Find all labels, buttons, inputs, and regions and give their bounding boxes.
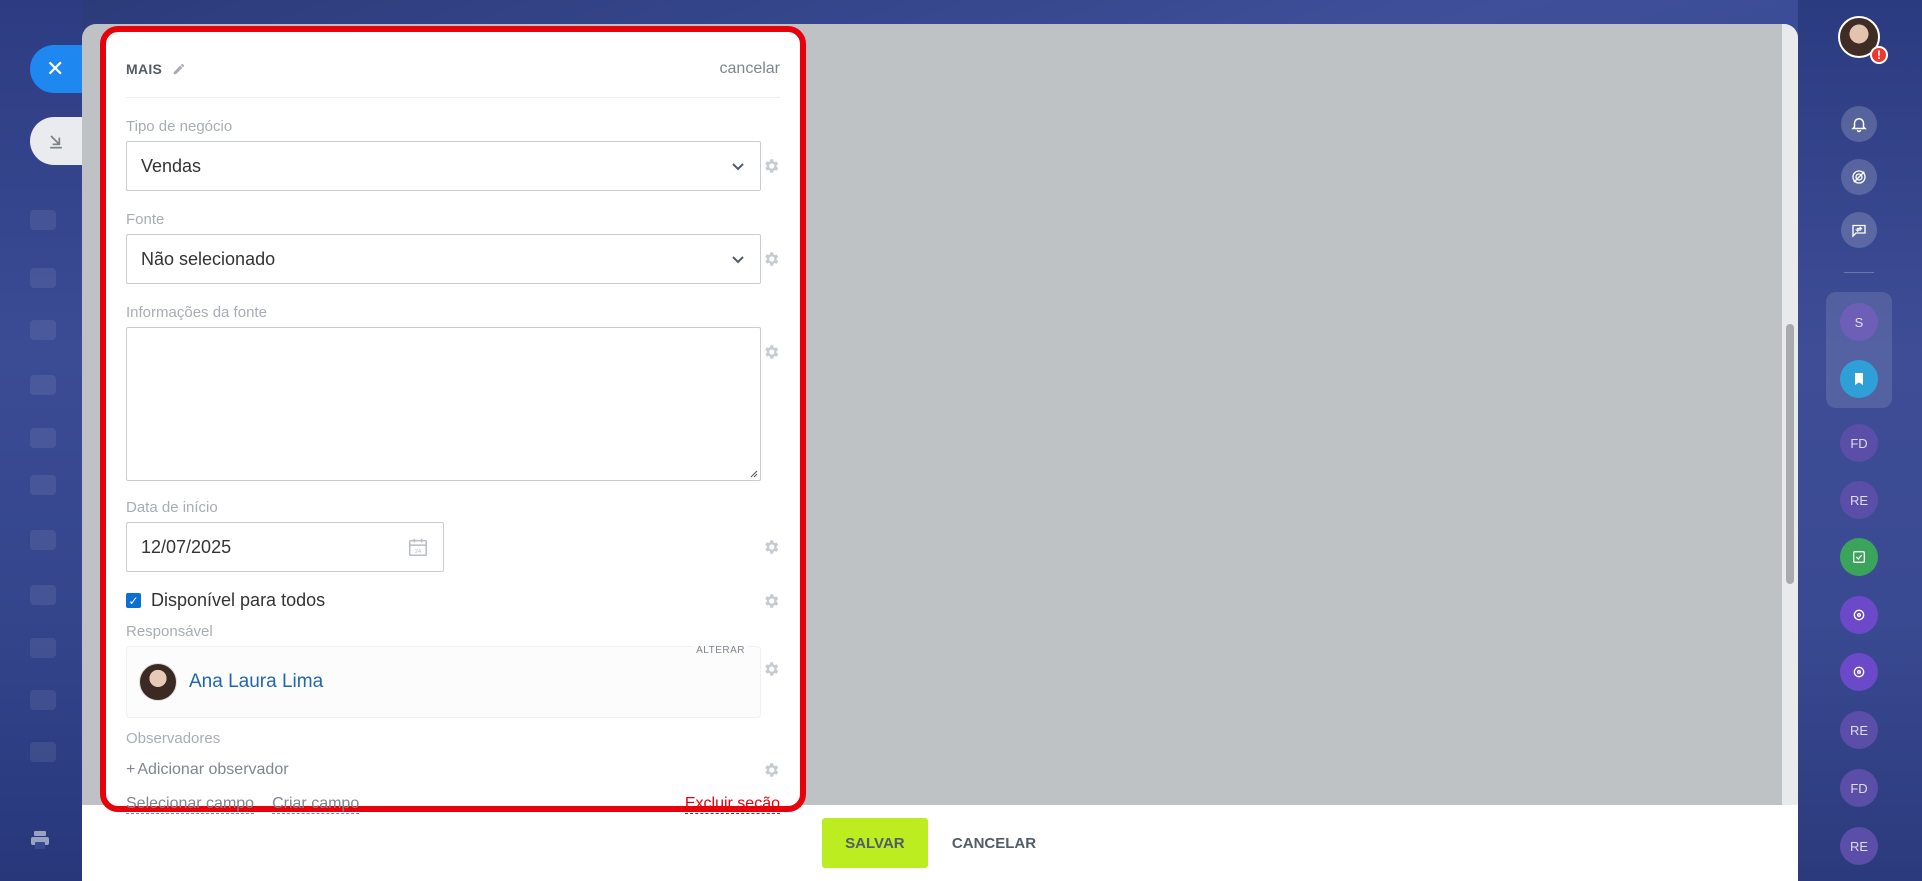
sidebar-contact-fd[interactable]: FD [1840, 424, 1878, 462]
fingerprint-icon[interactable] [1841, 159, 1877, 195]
blurred-menu-item [30, 530, 56, 550]
blurred-menu-item [30, 428, 56, 448]
chat-icon [1853, 666, 1865, 678]
blurred-menu-item [30, 638, 56, 658]
svg-text:24: 24 [415, 549, 421, 555]
sidebar-chat-1[interactable] [1840, 596, 1878, 634]
gear-icon[interactable] [762, 592, 780, 610]
responsible-box: ALTERAR Ana Laura Lima [126, 645, 761, 718]
contact-initials: RE [1849, 838, 1869, 854]
select-value: Vendas [141, 155, 202, 176]
contact-initials: FD [1850, 780, 1868, 796]
blurred-menu-item [30, 585, 56, 605]
cancel-edit-link[interactable]: cancelar [720, 60, 780, 78]
minimize-arrow-icon [50, 135, 62, 149]
blurred-menu-item [30, 320, 56, 340]
start-date-input[interactable]: 12/07/2025 24 [126, 522, 444, 572]
blurred-menu-item [30, 690, 56, 710]
sidebar-contact-re[interactable]: RE [1840, 827, 1878, 865]
gear-icon[interactable] [762, 343, 780, 361]
add-observer-link[interactable]: + Adicionar observador [126, 761, 289, 779]
responsible-name[interactable]: Ana Laura Lima [189, 671, 323, 693]
section-footer-links: Selecionar campo Criar campo Excluir seç… [126, 795, 780, 814]
select-field-link[interactable]: Selecionar campo [126, 795, 255, 814]
gear-icon[interactable] [762, 538, 780, 556]
sidebar-chat-2[interactable] [1840, 653, 1878, 691]
source-info-textarea[interactable] [126, 327, 761, 481]
field-label: Tipo de negócio [126, 118, 233, 135]
select-value: Não selecionado [141, 248, 276, 269]
printer-icon[interactable] [28, 828, 52, 852]
field-label: Data de início [126, 499, 218, 516]
gear-icon[interactable] [762, 761, 780, 779]
alert-badge: ! [1870, 46, 1888, 64]
available-to-all-checkbox[interactable]: ✓ [126, 593, 141, 608]
blurred-menu-item [30, 742, 56, 762]
checklist-icon [1853, 551, 1865, 563]
sidebar-bookmark[interactable] [1840, 360, 1878, 398]
deal-type-select[interactable]: Vendas [126, 141, 761, 191]
date-value: 12/07/2025 [141, 536, 232, 557]
create-field-link[interactable]: Criar campo [272, 795, 360, 814]
chat-icon [1853, 609, 1865, 621]
bookmark-icon [1855, 373, 1863, 385]
field-label: Fonte [126, 211, 165, 228]
close-icon: ✕ [46, 56, 65, 81]
sidebar-contact-s[interactable]: S [1840, 303, 1878, 341]
field-observers: Observadores + Adicionar observador [126, 730, 780, 779]
checkbox-label: Disponível para todos [151, 590, 326, 610]
right-sidebar: ! S FD RE RE FD RE [1798, 0, 1922, 881]
delete-section-link[interactable]: Excluir seção [684, 795, 780, 814]
cancel-button[interactable]: CANCELAR [944, 835, 1044, 852]
slider-footer: SALVAR CANCELAR [82, 805, 1798, 881]
contact-initials: S [1854, 314, 1864, 330]
avatar [139, 663, 177, 701]
pencil-icon[interactable] [172, 62, 186, 76]
contact-initials: RE [1849, 492, 1869, 508]
field-deal-type: Tipo de negócio Vendas [126, 118, 780, 191]
section-title: MAIS [126, 60, 163, 77]
blurred-menu-item [30, 475, 56, 495]
add-observer-label: Adicionar observador [137, 761, 289, 778]
gear-icon[interactable] [762, 660, 780, 678]
field-source: Fonte Não selecionado [126, 211, 780, 284]
field-available-to-all: ✓ Disponível para todos [126, 590, 780, 611]
field-start-date: Data de início 12/07/2025 24 [126, 499, 780, 572]
section-header: MAIS cancelar [126, 32, 780, 98]
gear-icon[interactable] [762, 250, 780, 268]
field-responsible: Responsável ALTERAR Ana Laura Lima [126, 623, 780, 718]
sidebar-tasks[interactable] [1840, 538, 1878, 576]
sidebar-contact-fd[interactable]: FD [1840, 769, 1878, 807]
source-select[interactable]: Não selecionado [126, 234, 761, 284]
change-responsible-link[interactable]: ALTERAR [693, 645, 748, 656]
blurred-menu-item [30, 375, 56, 395]
sidebar-divider [1844, 272, 1874, 273]
gear-icon[interactable] [762, 157, 780, 175]
edit-section-card: MAIS cancelar Tipo de negócio Vendas Fon… [100, 26, 806, 814]
field-source-info: Informações da fonte [126, 304, 780, 481]
contact-initials: FD [1850, 435, 1868, 451]
notifications-bell-icon[interactable] [1841, 106, 1877, 142]
calendar-icon[interactable]: 24 [407, 536, 429, 558]
chevron-down-icon [732, 256, 744, 264]
field-label: Responsável [126, 623, 213, 640]
sync-chat-icon[interactable] [1841, 212, 1877, 248]
sidebar-contact-re[interactable]: RE [1840, 711, 1878, 749]
save-button[interactable]: SALVAR [821, 818, 928, 868]
field-label: Observadores [126, 730, 221, 747]
plus-icon: + [126, 761, 136, 778]
scrollbar[interactable] [1786, 324, 1794, 584]
sidebar-contact-re[interactable]: RE [1840, 481, 1878, 519]
blurred-menu-item [30, 210, 56, 230]
chevron-down-icon [732, 163, 744, 171]
blurred-menu-item [30, 268, 56, 288]
contact-initials: RE [1849, 722, 1869, 738]
resize-handle-icon[interactable] [748, 468, 758, 478]
field-label: Informações da fonte [126, 304, 267, 321]
